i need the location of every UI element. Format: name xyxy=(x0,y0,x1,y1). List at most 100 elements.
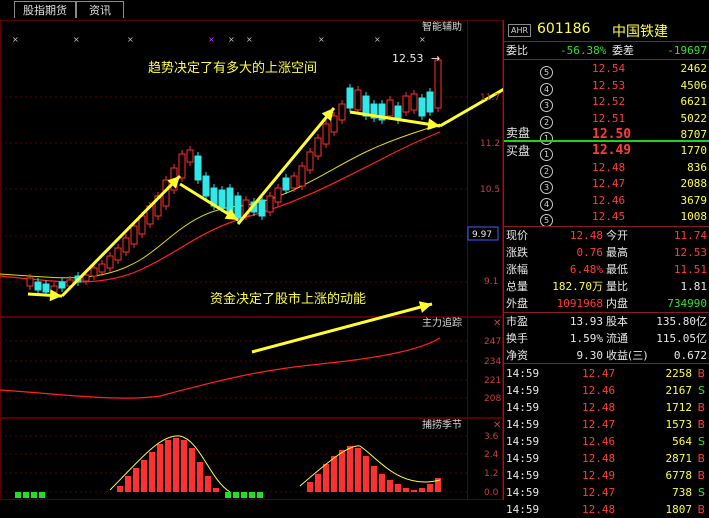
ask-price: 12.53 xyxy=(592,78,626,92)
candle-body xyxy=(130,225,138,245)
tick-side: S xyxy=(698,435,705,448)
tick-row[interactable]: 14:59 12.47 738 S xyxy=(504,484,709,501)
tick-time: 14:59 xyxy=(506,452,540,465)
fundamental-row: 净资 9.30 收益(三) 0.672 xyxy=(504,347,709,364)
candle-body xyxy=(186,149,194,163)
fishing-bar xyxy=(125,476,131,492)
candle-body xyxy=(434,59,442,109)
bid-row[interactable]: 5 12.45 1008 xyxy=(504,208,709,227)
bid-row[interactable]: 3 12.47 2088 xyxy=(504,175,709,194)
fundamental-value: 115.05亿 xyxy=(656,332,707,345)
tick-price: 12.46 xyxy=(582,384,616,397)
svg-text:×: × xyxy=(318,35,325,44)
candle-body xyxy=(234,195,242,219)
stat-label: 最低 xyxy=(606,263,628,276)
close-icon[interactable]: ✕ xyxy=(493,420,501,431)
candle-body xyxy=(426,91,434,113)
sub2-tick: 2.4 xyxy=(484,450,499,460)
fishing-bar xyxy=(371,466,377,492)
tick-side: B xyxy=(697,503,705,516)
tick-side: B xyxy=(697,452,705,465)
fundamental-row: 换手 1.59% 流通 115.05亿 xyxy=(504,330,709,347)
candle-body xyxy=(26,277,34,287)
fundamental-value: 9.30 xyxy=(576,349,604,362)
sub2-tick: 3.6 xyxy=(484,432,499,442)
close-icon[interactable]: ✕ xyxy=(493,318,501,329)
fundamental-value: 13.93 xyxy=(569,315,603,328)
bid-row[interactable]: 2 12.48 836 xyxy=(504,159,709,178)
tick-row[interactable]: 14:59 12.48 1807 B xyxy=(504,501,709,518)
tick-row[interactable]: 14:59 12.48 1712 B xyxy=(504,399,709,416)
tick-time: 14:59 xyxy=(506,384,540,397)
candlesticks[interactable] xyxy=(26,56,442,296)
high-price-arrow: → xyxy=(431,52,440,65)
bid-row[interactable]: 1 12.49 1770 xyxy=(504,142,709,161)
trend-arrow-shaft xyxy=(251,302,433,354)
current-price-marker-label: 9.97 xyxy=(472,230,492,240)
candle-body xyxy=(410,93,418,111)
tick-row[interactable]: 14:59 12.47 2258 B xyxy=(504,365,709,382)
tick-time: 14:59 xyxy=(506,435,540,448)
fundamental-label: 换手 xyxy=(506,332,528,345)
tick-row[interactable]: 14:59 12.46 2167 S xyxy=(504,382,709,399)
wecha-value: -19697 xyxy=(667,44,707,57)
sub1-tick: 208 xyxy=(484,394,501,404)
stat-value: 12.48 xyxy=(569,229,603,242)
svg-text:×: × xyxy=(419,35,426,44)
candle-body xyxy=(274,187,282,203)
bid-price: 12.46 xyxy=(592,193,626,207)
bid-price: 12.45 xyxy=(592,210,626,223)
stat-label: 涨跌 xyxy=(506,246,528,259)
candle-body xyxy=(218,189,226,209)
fishing-bar xyxy=(205,476,211,492)
svg-text:×: × xyxy=(228,35,235,44)
tick-row[interactable]: 14:59 12.49 6778 B xyxy=(504,467,709,484)
bid-price: 12.49 xyxy=(592,143,632,158)
candle-body xyxy=(354,89,362,111)
fishing-bar-negative xyxy=(23,492,29,498)
tab-index-futures[interactable]: 股指期货 xyxy=(14,1,76,18)
ask-row[interactable]: 4 12.53 4506 xyxy=(504,77,709,96)
ask-price: 12.51 xyxy=(592,111,626,125)
fundamental-value: 135.80亿 xyxy=(656,315,707,328)
fishing-bar xyxy=(181,440,187,492)
candle-body xyxy=(258,199,266,217)
indicator-label[interactable]: 智能辅助 xyxy=(422,20,462,33)
fishing-bar-negative xyxy=(241,492,247,498)
stock-title: AHR 601186 中国铁建 xyxy=(504,20,709,40)
trend-arrow-head xyxy=(427,118,440,131)
tick-row[interactable]: 14:59 12.48 2871 B xyxy=(504,450,709,467)
tick-volume: 564 xyxy=(672,435,692,448)
ask-row[interactable]: 3 12.52 6621 xyxy=(504,93,709,112)
annotation-trend: 趋势决定了有多大的上涨空间 xyxy=(148,60,317,76)
bid-price: 12.47 xyxy=(592,177,626,190)
tick-price: 12.48 xyxy=(582,503,616,516)
fishing-bar xyxy=(323,464,329,492)
tick-row[interactable]: 14:59 12.47 1573 B xyxy=(504,416,709,433)
fishing-bar-negative xyxy=(233,492,239,498)
stat-value: 1.81 xyxy=(680,280,708,293)
fundamental-value: 0.672 xyxy=(673,349,707,362)
tick-volume: 2258 xyxy=(665,367,693,380)
candle-body xyxy=(178,153,186,179)
main-force-tracking-panel xyxy=(0,337,441,399)
ask-row[interactable]: 2 12.51 5022 xyxy=(504,110,709,129)
ask-volume: 2462 xyxy=(680,62,708,75)
ask-price: 12.52 xyxy=(592,95,626,108)
stat-value: 6.48% xyxy=(569,263,603,276)
tick-row[interactable]: 14:59 12.46 564 S xyxy=(504,433,709,450)
fundamental-label: 股本 xyxy=(606,315,628,328)
candle-body xyxy=(418,97,426,117)
annotation-funds: 资金决定了股市上涨的动能 xyxy=(210,291,366,307)
tab-news[interactable]: 资讯 xyxy=(76,1,124,18)
ahr-badge[interactable]: AHR xyxy=(508,24,532,37)
ask-row[interactable]: 5 12.54 2462 xyxy=(504,60,709,79)
fishing-bar xyxy=(379,474,385,492)
bid-row[interactable]: 4 12.46 3679 xyxy=(504,192,709,211)
stat-label: 涨幅 xyxy=(506,263,528,276)
kline-chart[interactable]: × × × × × × × × × 智能辅助 趋势决定了有多大的上涨空间 资金决定了股市上涨的动… xyxy=(0,20,503,500)
fundamental-value: 1.59% xyxy=(569,332,603,345)
bid-volume: 1008 xyxy=(680,210,708,223)
fishing-bar xyxy=(347,446,353,492)
stat-value: 12.53 xyxy=(673,246,707,259)
